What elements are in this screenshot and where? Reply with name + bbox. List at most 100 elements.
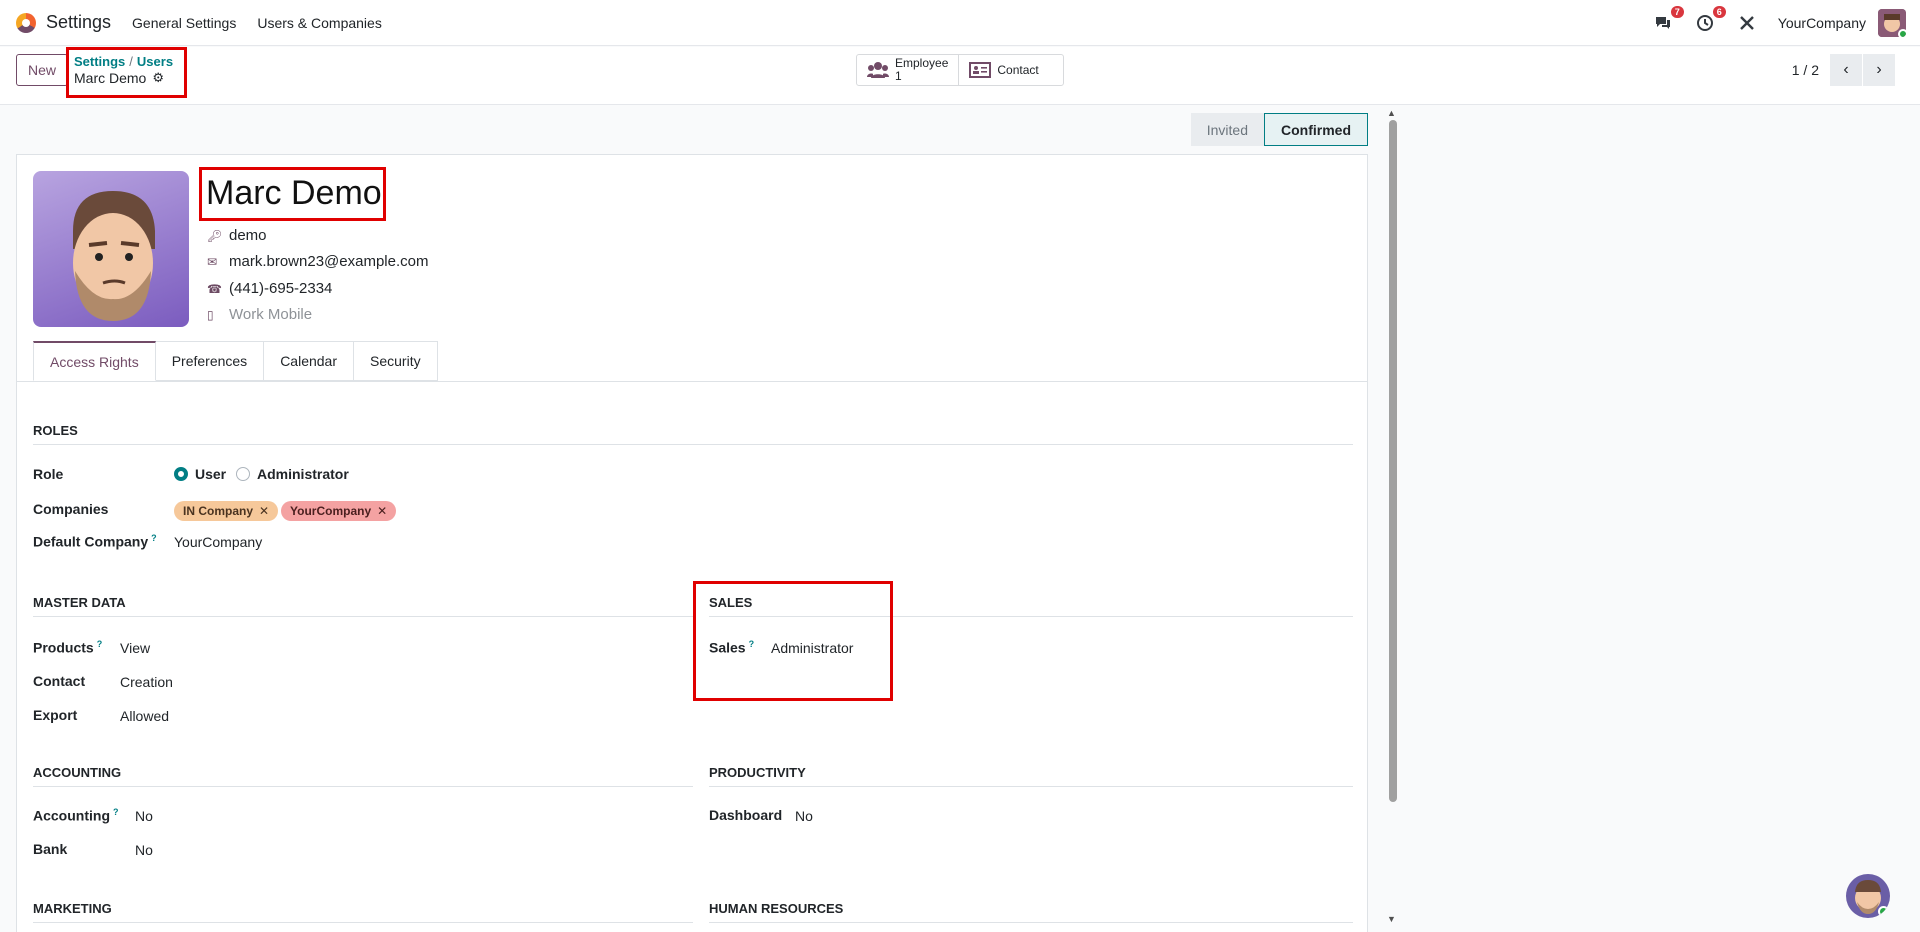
- employee-count: 1: [895, 69, 902, 83]
- envelope-icon: ✉: [207, 254, 218, 269]
- form-tabs: Access Rights Preferences Calendar Secur…: [33, 341, 438, 381]
- pager: 1 / 2 ‹ ›: [1792, 54, 1895, 86]
- debug-tools-button[interactable]: [1736, 12, 1758, 34]
- company-tag-yourcompany: YourCompany ✕: [281, 501, 397, 521]
- bank-value[interactable]: No: [135, 842, 153, 858]
- online-status-dot: [1898, 29, 1906, 37]
- pager-value[interactable]: 1 / 2: [1792, 62, 1819, 78]
- company-tag-label: YourCompany: [290, 504, 372, 518]
- tab-access-rights[interactable]: Access Rights: [33, 341, 156, 381]
- chat-assistant-avatar[interactable]: [1846, 874, 1890, 918]
- menu-general-settings[interactable]: General Settings: [132, 15, 236, 31]
- phone-row: ☎ (441)-695-2334: [207, 280, 332, 297]
- section-master-data-title: MASTER DATA: [33, 595, 693, 617]
- messages-button[interactable]: 7: [1652, 6, 1684, 34]
- top-navbar: Settings General Settings Users & Compan…: [0, 0, 1920, 46]
- messages-badge: 7: [1670, 6, 1684, 18]
- tab-preferences[interactable]: Preferences: [155, 341, 265, 381]
- user-avatar[interactable]: [1878, 9, 1906, 37]
- pager-next-button[interactable]: ›: [1863, 54, 1895, 86]
- menu-users-companies[interactable]: Users & Companies: [257, 15, 382, 31]
- section-human-resources-title: HUMAN RESOURCES: [709, 901, 1353, 923]
- clock-icon: [1696, 15, 1713, 31]
- chevron-right-icon: ›: [1876, 61, 1882, 78]
- app-logo-icon[interactable]: [16, 12, 36, 33]
- contact-smart-button[interactable]: Contact: [959, 55, 1063, 85]
- company-switcher[interactable]: YourCompany: [1778, 15, 1866, 31]
- section-roles-title: ROLES: [33, 423, 1353, 445]
- default-company-label: Default Company?: [33, 533, 157, 550]
- breadcrumb-current: Marc Demo: [74, 70, 147, 86]
- help-tooltip-icon[interactable]: ?: [113, 807, 119, 817]
- users-icon: [867, 62, 889, 78]
- role-user-radio[interactable]: User: [174, 466, 226, 482]
- control-panel: New Settings / Users Marc Demo ⚙ Employee …: [0, 47, 1920, 105]
- user-name-field[interactable]: Marc Demo: [206, 174, 383, 213]
- phone-field[interactable]: (441)-695-2334: [229, 280, 332, 297]
- radio-unchecked-icon: [236, 467, 250, 481]
- accounting-label: Accounting?: [33, 807, 119, 824]
- new-button[interactable]: New: [16, 54, 68, 86]
- accounting-value[interactable]: No: [135, 808, 153, 824]
- contact-rights-value[interactable]: Creation: [120, 674, 173, 690]
- role-user-label: User: [195, 466, 227, 482]
- tools-icon: [1739, 16, 1754, 30]
- contact-label: Contact: [997, 63, 1039, 77]
- section-accounting-title: ACCOUNTING: [33, 765, 693, 787]
- help-tooltip-icon[interactable]: ?: [151, 533, 157, 543]
- export-value[interactable]: Allowed: [120, 708, 169, 724]
- dashboard-value[interactable]: No: [795, 808, 813, 824]
- help-tooltip-icon[interactable]: ?: [97, 639, 103, 649]
- contact-rights-label: Contact: [33, 673, 86, 689]
- tab-calendar[interactable]: Calendar: [264, 341, 355, 381]
- section-marketing-title: MARKETING: [33, 901, 693, 923]
- pager-previous-button[interactable]: ‹: [1830, 54, 1862, 86]
- chevron-left-icon: ‹: [1843, 61, 1849, 78]
- products-label: Products?: [33, 639, 103, 656]
- gear-icon[interactable]: ⚙: [152, 70, 164, 86]
- activities-button[interactable]: 6: [1694, 6, 1726, 34]
- dashboard-label: Dashboard: [709, 807, 783, 823]
- companies-label: Companies: [33, 501, 109, 517]
- email-field[interactable]: mark.brown23@example.com: [229, 253, 428, 270]
- app-name[interactable]: Settings: [46, 12, 111, 33]
- employee-smart-button[interactable]: Employee 1: [857, 55, 960, 85]
- mobile-field[interactable]: Work Mobile: [229, 306, 312, 323]
- employee-label: Employee: [895, 56, 949, 70]
- remove-tag-icon[interactable]: ✕: [259, 504, 269, 518]
- bank-label: Bank: [33, 841, 68, 857]
- user-avatar-image: [73, 191, 155, 321]
- breadcrumb: Settings / Users Marc Demo ⚙: [66, 47, 187, 98]
- mobile-icon: ▯: [207, 307, 214, 322]
- mobile-row: ▯ Work Mobile: [207, 306, 312, 323]
- section-productivity-title: PRODUCTIVITY: [709, 765, 1353, 787]
- phone-icon: ☎: [207, 281, 222, 296]
- user-form-sheet: Marc Demo 🔑︎ demo ✉ mark.brown23@example…: [16, 154, 1368, 932]
- tab-security[interactable]: Security: [354, 341, 438, 381]
- user-photo[interactable]: [33, 171, 189, 327]
- breadcrumb-settings[interactable]: Settings: [74, 54, 125, 69]
- key-icon: 🔑︎: [207, 228, 223, 243]
- stage-confirmed[interactable]: Confirmed: [1264, 113, 1368, 146]
- breadcrumb-users[interactable]: Users: [137, 54, 173, 69]
- online-status-dot: [1878, 906, 1889, 917]
- products-value[interactable]: View: [120, 640, 150, 656]
- sales-highlight: [693, 581, 893, 701]
- scrollbar-thumb[interactable]: [1389, 120, 1397, 802]
- smart-buttons: Employee 1 Contact: [856, 54, 1065, 86]
- login-field[interactable]: demo: [229, 227, 267, 244]
- radio-checked-icon: [174, 467, 188, 481]
- activities-badge: 6: [1712, 6, 1726, 18]
- scroll-down-icon[interactable]: ▼: [1387, 914, 1396, 924]
- default-company-value[interactable]: YourCompany: [174, 534, 262, 550]
- tab-divider: [17, 381, 1367, 382]
- scroll-up-icon[interactable]: ▲: [1387, 108, 1396, 118]
- role-administrator-radio[interactable]: Administrator: [236, 466, 349, 482]
- company-tag-label: IN Company: [183, 504, 254, 518]
- stage-invited[interactable]: Invited: [1190, 113, 1264, 146]
- remove-tag-icon[interactable]: ✕: [377, 504, 387, 518]
- role-label: Role: [33, 466, 64, 482]
- login-row: 🔑︎ demo: [207, 227, 267, 244]
- export-label: Export: [33, 707, 78, 723]
- company-tag-in-company: IN Company ✕: [174, 501, 279, 521]
